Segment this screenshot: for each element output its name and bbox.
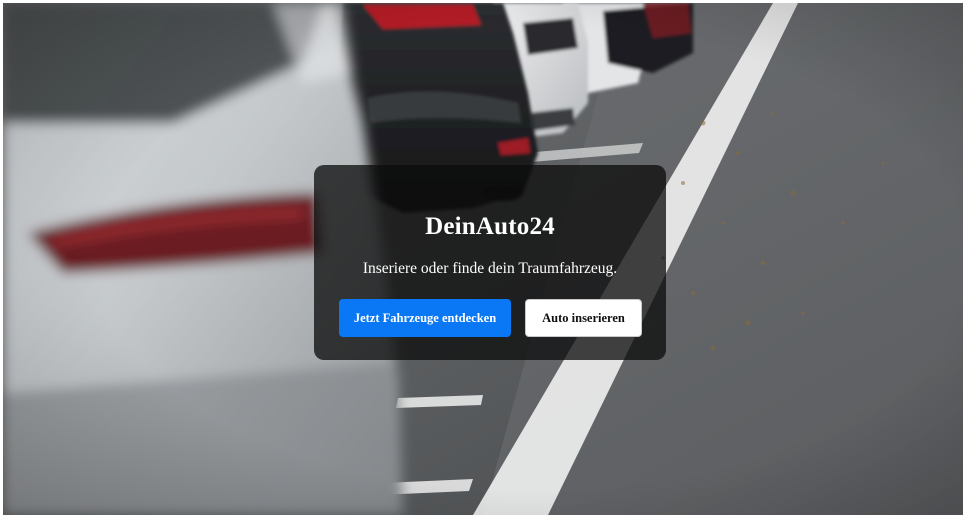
- discover-vehicles-button[interactable]: Jetzt Fahrzeuge entdecken: [339, 299, 511, 337]
- hero-card: DeinAuto24 Inseriere oder finde dein Tra…: [314, 165, 666, 360]
- hero-section: DeinAuto24 Inseriere oder finde dein Tra…: [3, 3, 963, 515]
- hero-subtitle: Inseriere oder finde dein Traumfahrzeug.: [362, 260, 618, 277]
- list-car-button[interactable]: Auto inserieren: [525, 299, 642, 337]
- brand-title: DeinAuto24: [425, 213, 555, 240]
